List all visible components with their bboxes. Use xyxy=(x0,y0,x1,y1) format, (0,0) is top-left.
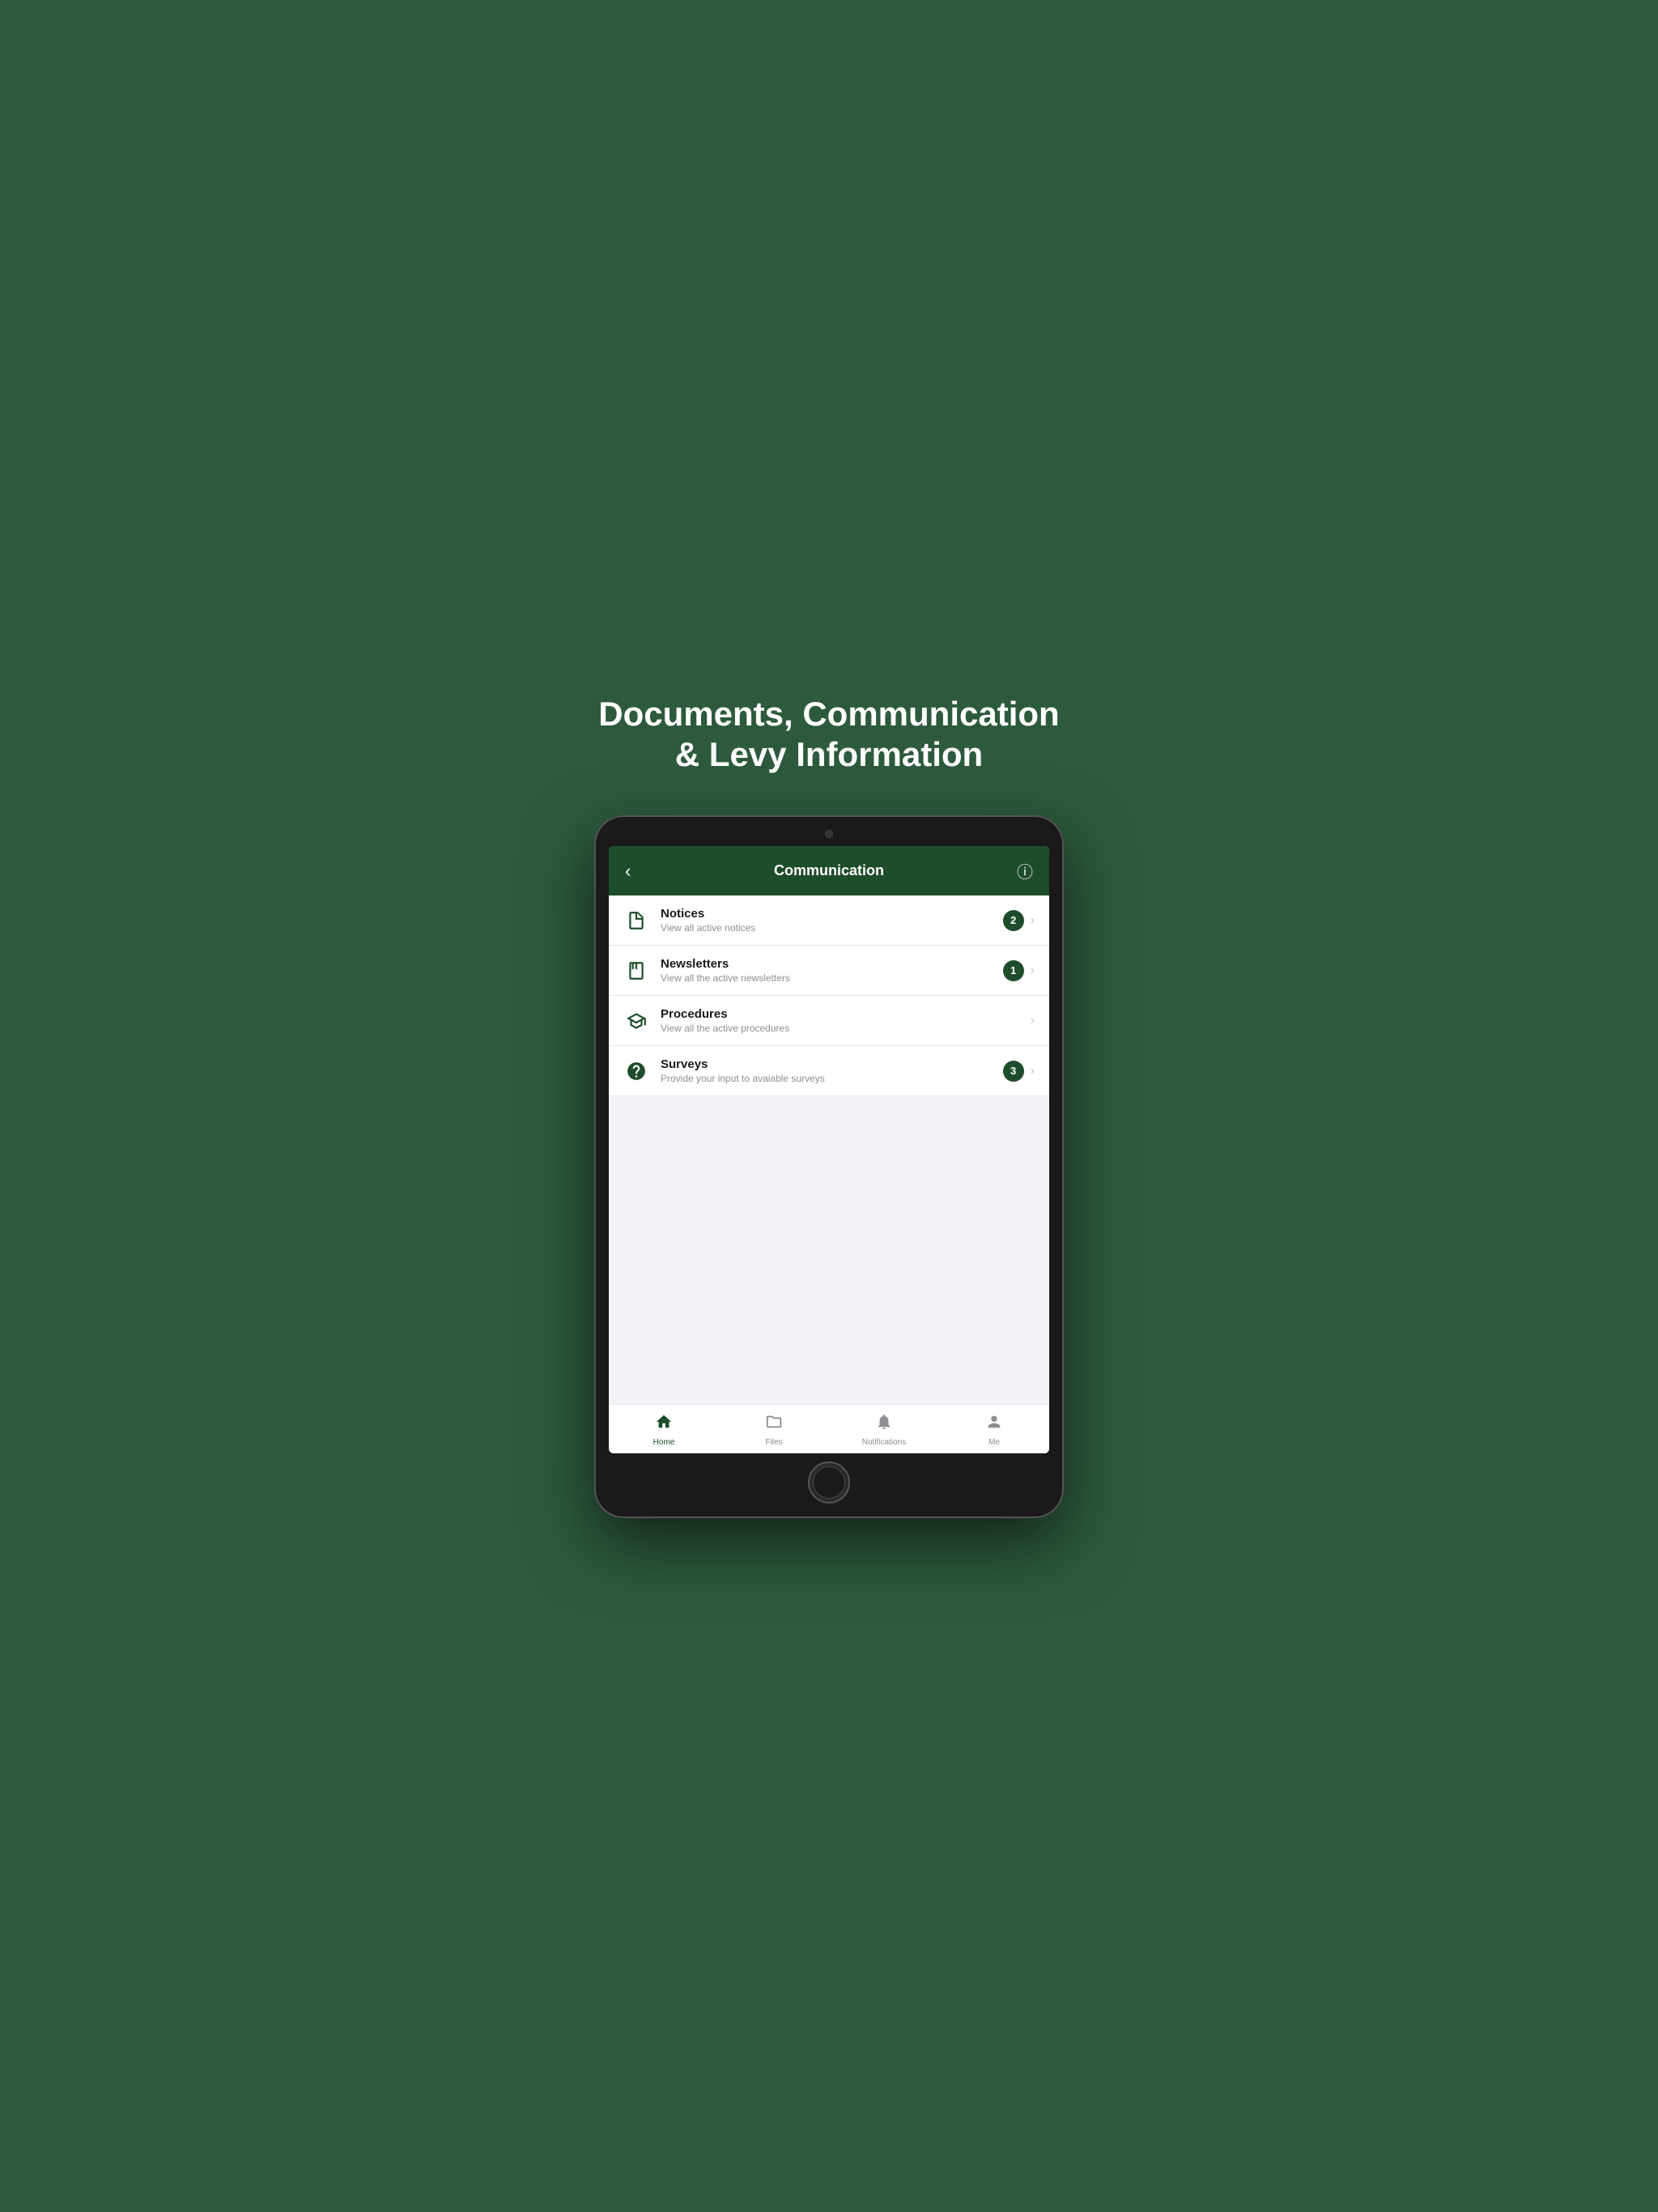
home-icon xyxy=(655,1413,673,1436)
surveys-badge: 3 xyxy=(1003,1061,1024,1082)
surveys-chevron: › xyxy=(1031,1064,1035,1078)
procedures-right: › xyxy=(1031,1014,1035,1028)
files-icon xyxy=(765,1413,783,1436)
surveys-right: 3 › xyxy=(1003,1061,1035,1082)
notices-right: 2 › xyxy=(1003,910,1035,931)
notices-badge: 2 xyxy=(1003,910,1024,931)
content-area xyxy=(609,1096,1049,1404)
notices-text: Notices View all active notices xyxy=(661,907,1003,934)
info-button[interactable]: ⓘ xyxy=(1009,859,1033,883)
back-button[interactable]: ‹ xyxy=(625,861,649,882)
newsletters-item[interactable]: Newsletters View all the active newslett… xyxy=(609,946,1049,996)
notifications-icon xyxy=(875,1413,893,1436)
tablet-home-inner xyxy=(813,1466,845,1499)
newsletters-subtitle: View all the active newsletters xyxy=(661,972,1003,984)
nav-files[interactable]: Files xyxy=(750,1413,798,1447)
notices-item[interactable]: Notices View all active notices 2 › xyxy=(609,895,1049,946)
notifications-label: Notifications xyxy=(862,1438,906,1447)
me-icon xyxy=(985,1413,1003,1436)
procedures-subtitle: View all the active procedures xyxy=(661,1023,1031,1034)
bottom-nav: Home Files Notifications xyxy=(609,1404,1049,1453)
surveys-text: Surveys Provide your input to avaiable s… xyxy=(661,1057,1003,1084)
files-label: Files xyxy=(765,1438,782,1447)
home-label: Home xyxy=(653,1438,675,1447)
me-label: Me xyxy=(988,1438,1000,1447)
procedures-title: Procedures xyxy=(661,1007,1031,1021)
app-header: ‹ Communication ⓘ xyxy=(609,846,1049,895)
newsletters-badge: 1 xyxy=(1003,960,1024,981)
notices-subtitle: View all active notices xyxy=(661,922,1003,934)
procedures-item[interactable]: Procedures View all the active procedure… xyxy=(609,996,1049,1046)
nav-me[interactable]: Me xyxy=(970,1413,1018,1447)
notices-chevron: › xyxy=(1031,913,1035,928)
tablet-camera xyxy=(825,830,833,838)
procedures-text: Procedures View all the active procedure… xyxy=(661,1007,1031,1034)
newsletters-text: Newsletters View all the active newslett… xyxy=(661,957,1003,984)
surveys-subtitle: Provide your input to avaiable surveys xyxy=(661,1073,1003,1084)
screen-title: Communication xyxy=(649,862,1009,879)
procedures-icon xyxy=(623,1008,649,1034)
nav-home[interactable]: Home xyxy=(640,1413,688,1447)
procedures-chevron: › xyxy=(1031,1014,1035,1028)
newsletters-right: 1 › xyxy=(1003,960,1035,981)
nav-notifications[interactable]: Notifications xyxy=(860,1413,908,1447)
newsletters-title: Newsletters xyxy=(661,957,1003,971)
tablet-home-button[interactable] xyxy=(808,1461,850,1504)
surveys-item[interactable]: Surveys Provide your input to avaiable s… xyxy=(609,1046,1049,1095)
notices-icon xyxy=(623,908,649,934)
tablet-device: ‹ Communication ⓘ Notices View all activ… xyxy=(594,815,1064,1518)
notices-title: Notices xyxy=(661,907,1003,921)
surveys-icon xyxy=(623,1058,649,1084)
newsletters-chevron: › xyxy=(1031,963,1035,978)
tablet-screen: ‹ Communication ⓘ Notices View all activ… xyxy=(609,846,1049,1453)
menu-list: Notices View all active notices 2 › News… xyxy=(609,895,1049,1096)
surveys-title: Surveys xyxy=(661,1057,1003,1071)
newsletters-icon xyxy=(623,958,649,984)
page-heading: Documents, Communication & Levy Informat… xyxy=(598,694,1059,776)
